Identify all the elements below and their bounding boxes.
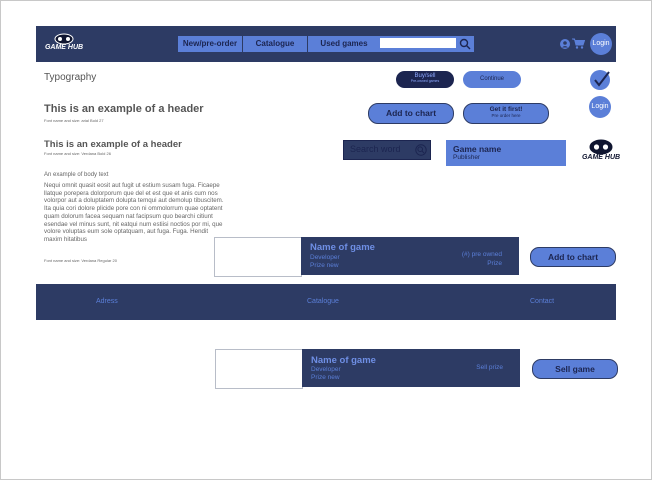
typography-title: Typography [44,72,97,83]
game-title: Name of game [311,355,376,366]
footer: Adress Catalogue Contact [36,284,616,320]
logo-sample-text: GAME HUB [581,154,621,161]
pre-owned-prize: Prize [487,260,502,267]
game-listing-panel[interactable]: Name of game Developer Prize new (#) pre… [301,237,519,275]
game-name-card[interactable]: Game name Publisher [446,140,566,166]
footer-contact-link[interactable]: Contact [530,298,554,305]
logo-sample: GAME HUB [580,138,622,168]
buy-sell-button[interactable]: Buy/sell Pre-owned games [396,71,454,88]
checkmark-badge[interactable] [590,70,610,90]
search-word-field[interactable]: Search word [343,140,431,160]
get-it-first-label: Get it first! [489,106,523,113]
check-icon [594,71,610,87]
logo[interactable]: GAME HUB [44,32,84,56]
game-image-placeholder [214,237,302,277]
search-icon [415,144,427,156]
login-button-sample[interactable]: Login [589,96,611,118]
add-to-chart-button[interactable]: Add to chart [530,247,616,267]
body-text-sample: Nequi omnit quasit eosit aut fugit ut es… [44,182,224,243]
body-text-label: An example of body text [44,172,109,178]
logo-text: GAME HUB [44,44,84,51]
game-prize-new: Prize new [311,374,340,381]
footer-address-link[interactable]: Adress [96,298,118,305]
header-example-1: This is an example of a header [44,103,204,115]
add-to-chart-button-sample[interactable]: Add to chart [368,103,454,124]
header-example-2: This is an example of a header [44,139,182,150]
continue-button[interactable]: Continue [463,71,521,88]
search-icon[interactable] [459,38,471,50]
pre-owned-count: (#) pre owned [461,251,502,258]
header-login-button[interactable]: Login [590,33,612,55]
get-it-first-button[interactable]: Get it first! Pre order here [463,103,549,124]
buy-sell-sublabel: Pre-owned games [410,79,440,83]
header-font-note-2: Font name and size: Verdana Bold 26 [44,151,111,156]
search-input[interactable] [380,38,456,48]
nav-catalogue[interactable]: Catalogue [243,36,307,52]
sell-game-button[interactable]: Sell game [532,359,618,379]
game-name: Game name [453,144,502,154]
header-font-note-1: Font name and size: arial Bold 27 [44,118,104,123]
game-prize-new: Prize new [310,262,339,269]
game-publisher: Publisher [453,154,481,161]
body-font-note: Font name and size: Verdana Regular 20 [44,258,117,263]
user-icon[interactable] [560,39,570,49]
nav-used-games[interactable]: Used games [308,36,380,52]
sell-listing-panel[interactable]: Name of game Developer Prize new Sell pr… [302,349,520,387]
sell-prize: Sell prize [476,364,503,371]
game-developer: Developer [310,254,340,261]
pre-order-here-label: Pre order here [491,113,521,118]
nav-new-preorder[interactable]: New/pre-order [178,36,242,52]
footer-catalogue-link[interactable]: Catalogue [307,298,339,305]
cart-icon[interactable] [572,38,585,49]
search-word-label: Search word [350,144,401,154]
game-image-placeholder [215,349,303,389]
game-title: Name of game [310,242,375,253]
game-developer: Developer [311,366,341,373]
